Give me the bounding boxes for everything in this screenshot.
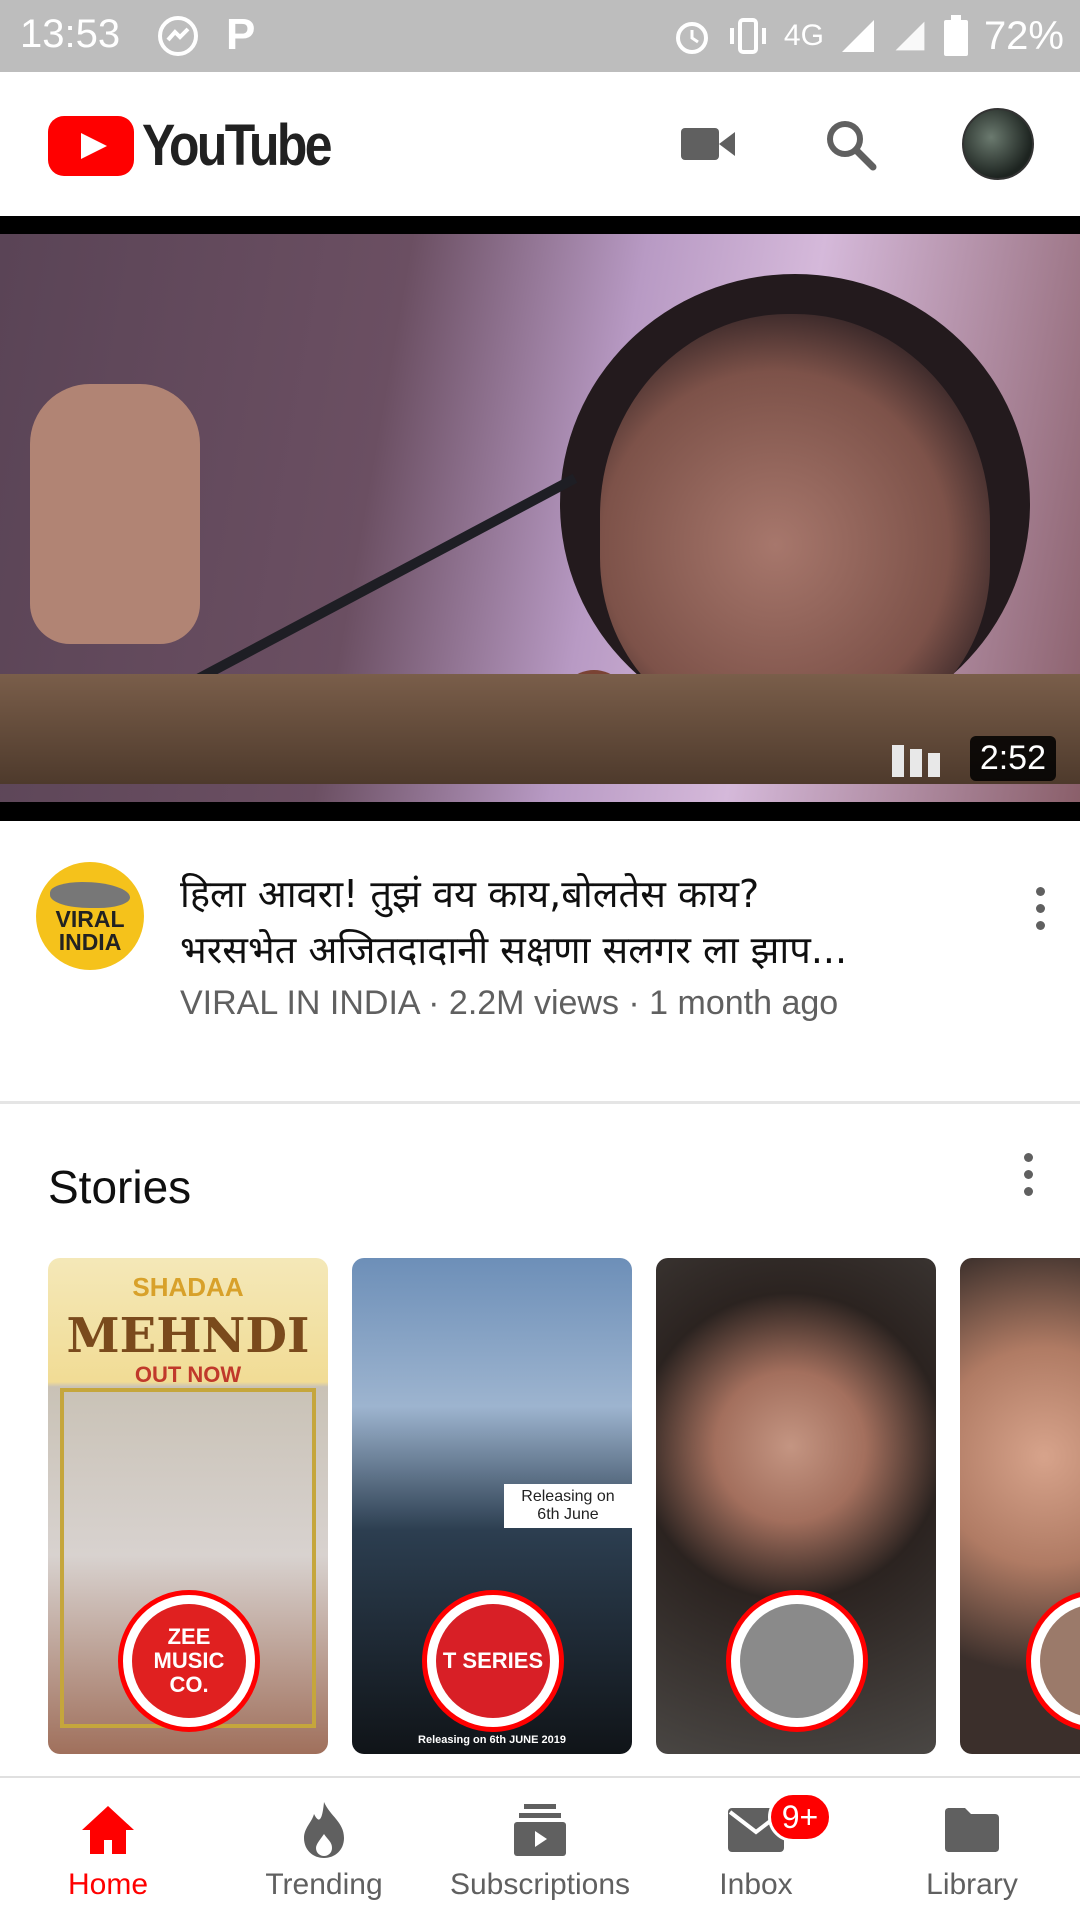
messenger-icon (158, 16, 198, 56)
video-title-line-1: हिला आवरा! तुझं वय काय,बोलतेस काय? (180, 872, 760, 916)
story-release-badge: Releasing on 6th June (504, 1484, 632, 1528)
bottom-navigation: Home Trending Subscriptions Inbox Librar… (0, 1776, 1080, 1920)
nav-trending[interactable]: Trending (216, 1778, 432, 1922)
inbox-badge: 9+ (768, 1792, 832, 1842)
thumbnail-face-shape (600, 314, 990, 734)
video-info[interactable]: VIRAL INDIA हिला आवरा! तुझं वय काय,बोलते… (0, 822, 1080, 1102)
thumbnail-image (0, 234, 1080, 802)
nav-subscriptions-label: Subscriptions (449, 1868, 631, 1901)
story-channel-ring (1026, 1590, 1080, 1732)
status-right-cluster: 4G 72% (672, 8, 1064, 64)
story-card-3[interactable] (656, 1258, 936, 1754)
video-duration: 2:52 (969, 736, 1056, 781)
alarm-icon (675, 22, 708, 54)
flame-icon (294, 1800, 354, 1860)
thumbnail-mic-stem (157, 473, 578, 704)
youtube-logo[interactable]: YouTube (48, 112, 360, 179)
home-icon (78, 1800, 138, 1860)
story-channel-ring: ZEE MUSIC CO. (118, 1590, 260, 1732)
equalizer-icon (892, 745, 940, 777)
story-channel-avatar (1040, 1604, 1080, 1718)
story-channel-avatar (740, 1604, 854, 1718)
nav-library-label: Library (926, 1868, 1018, 1901)
vibrate-icon (729, 18, 766, 54)
nav-home-label: Home (67, 1868, 149, 1901)
pinterest-p-icon: P (226, 10, 256, 59)
stories-more-icon[interactable] (1008, 1144, 1048, 1204)
youtube-wordmark: YouTube (142, 113, 332, 178)
nav-trending-label: Trending (265, 1868, 383, 1901)
status-bar: 13:53 P 4G 72% (0, 0, 1080, 72)
story-heading-tag: OUT NOW (134, 1362, 242, 1387)
story-card-4[interactable] (960, 1258, 1080, 1754)
story-channel-avatar: T SERIES (436, 1604, 550, 1718)
subscriptions-icon (510, 1800, 570, 1860)
story-channel-avatar: ZEE MUSIC CO. (132, 1604, 246, 1718)
video-more-icon[interactable] (1020, 878, 1060, 938)
video-camera-icon[interactable] (676, 112, 740, 176)
story-channel-ring (726, 1590, 868, 1732)
battery-percent: 72% (983, 13, 1064, 58)
thumbnail-hand-shape (30, 384, 200, 644)
video-title-line-2: भरसभेत अजितदादानी सक्षणा सलगर ला झाप... (180, 928, 848, 972)
channel-avatar-text: VIRAL INDIA (55, 906, 125, 955)
signal-icon-2 (895, 21, 925, 51)
story-heading-small: SHADAA (132, 1272, 244, 1302)
stories-heading: Stories (48, 1161, 192, 1213)
nav-inbox-label: Inbox (719, 1868, 793, 1901)
story-channel-ring: T SERIES (422, 1590, 564, 1732)
story-heading-big: MEHNDI (66, 1308, 310, 1364)
nav-inbox[interactable]: Inbox (648, 1778, 864, 1922)
nav-subscriptions[interactable]: Subscriptions (432, 1778, 648, 1922)
search-icon[interactable] (818, 112, 882, 176)
app-bar: YouTube (0, 72, 1080, 216)
story-card-zee-music[interactable]: SHADAA MEHNDI OUT NOW ZEE MUSIC CO. (48, 1258, 328, 1754)
account-avatar[interactable] (962, 108, 1034, 180)
story-card-t-series[interactable]: Releasing on 6th June Releasing on 6th J… (352, 1258, 632, 1754)
youtube-play-icon (48, 115, 134, 176)
folder-icon (942, 1800, 1002, 1860)
nav-library[interactable]: Library (864, 1778, 1080, 1922)
video-title[interactable]: हिला आवरा! तुझं वय काय,बोलतेस काय? भरसभे… (180, 866, 910, 978)
tiger-logo-icon (50, 882, 130, 908)
section-divider (0, 1101, 1080, 1104)
signal-icon (841, 20, 874, 52)
video-thumbnail[interactable]: 2:52 (0, 216, 1080, 821)
story-footer-text: Releasing on 6th JUNE 2019 (418, 1734, 566, 1746)
video-meta: VIRAL IN INDIA · 2.2M views · 1 month ag… (180, 984, 839, 1022)
status-time: 13:53 (20, 12, 121, 56)
nav-home[interactable]: Home (0, 1778, 216, 1922)
network-type: 4G (783, 19, 824, 52)
channel-avatar[interactable]: VIRAL INDIA (36, 862, 144, 970)
battery-icon (943, 15, 968, 56)
